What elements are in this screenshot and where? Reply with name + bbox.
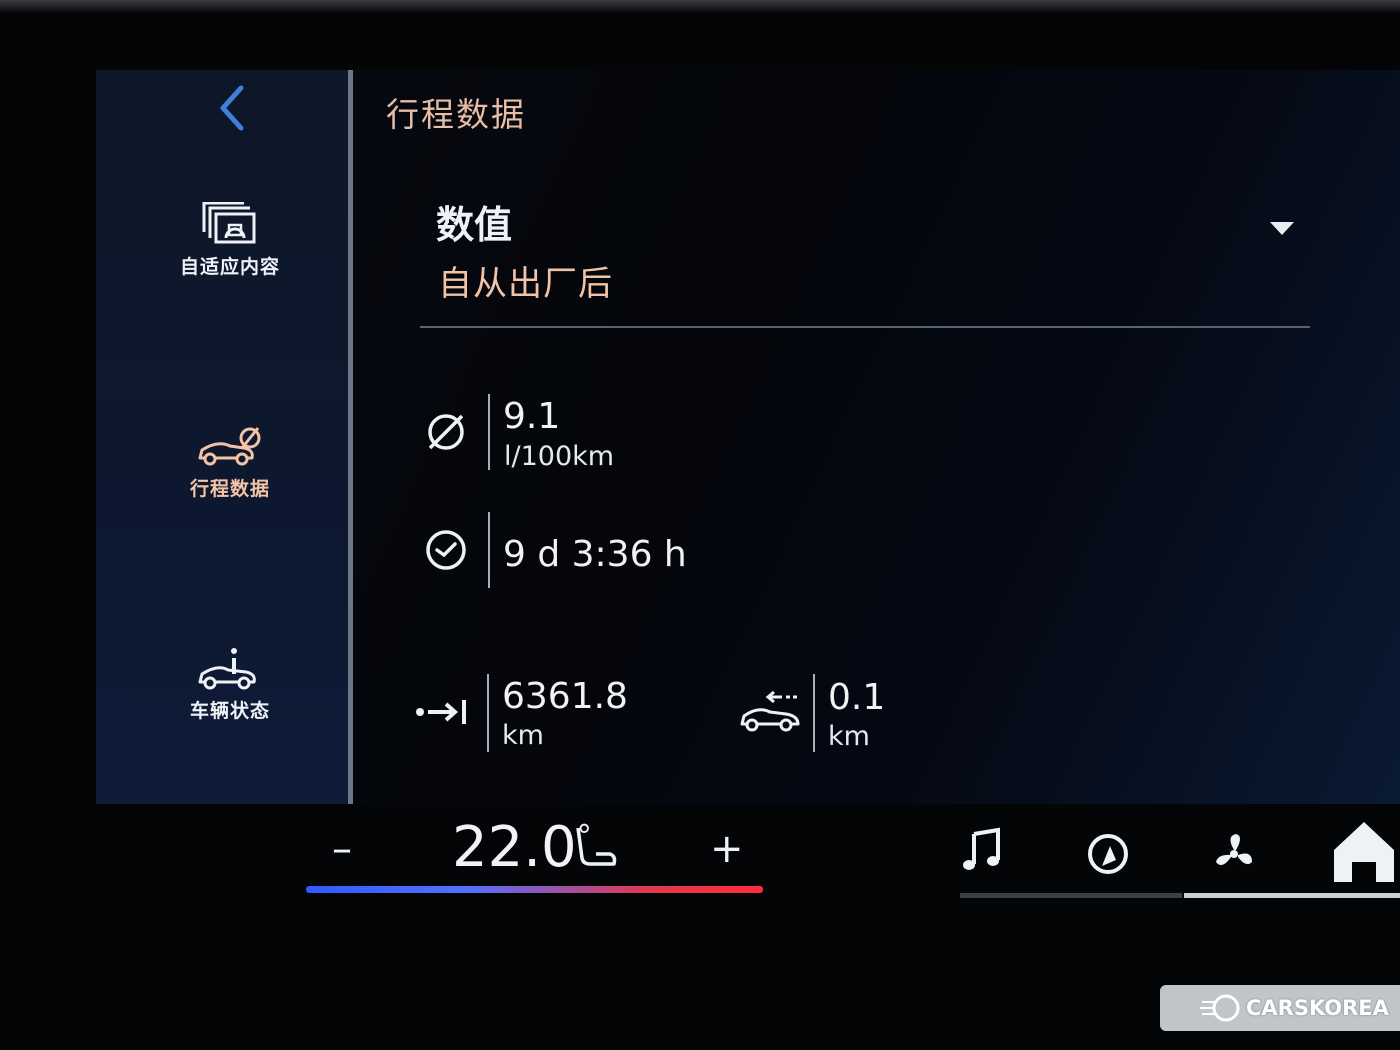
coasting-unit: km — [828, 721, 870, 752]
sidebar-item-vehicle-status[interactable]: 车辆状态 — [150, 646, 310, 723]
fan-icon — [1216, 834, 1252, 866]
period-dropdown[interactable]: 数值 自从出厂后 — [420, 186, 1310, 328]
navigation-button[interactable] — [1076, 820, 1140, 884]
watermark-text: CARSKOREA — [1246, 996, 1389, 1020]
media-button[interactable] — [952, 820, 1016, 884]
sidebar-item-label: 自适应内容 — [179, 256, 280, 278]
metric-separator — [487, 674, 489, 752]
temperature-value: 22.0 — [452, 815, 577, 880]
screen-bezel — [0, 0, 1400, 12]
seat-icon[interactable] — [570, 824, 620, 872]
page-title: 行程数据 — [386, 95, 526, 134]
coasting-value: 0.1 — [828, 677, 886, 718]
trip-data-car-icon — [198, 427, 261, 466]
average-symbol-icon — [428, 414, 464, 450]
temperature-decrease-button[interactable]: – — [332, 826, 352, 872]
sidebar-item-adaptive-content[interactable]: 自适应内容 — [150, 202, 310, 279]
back-button[interactable] — [205, 80, 261, 136]
metric-separator — [488, 394, 490, 470]
metric-separator — [813, 674, 815, 752]
distance-unit: km — [502, 720, 544, 751]
temperature-gradient-bar — [306, 886, 763, 893]
sidebar-item-label: 行程数据 — [189, 478, 270, 500]
chevron-left-icon — [220, 85, 244, 131]
navigation-icon — [1088, 834, 1128, 874]
consumption-value: 9.1 — [503, 396, 561, 437]
sidebar-item-trip-data[interactable]: 行程数据 — [150, 424, 310, 501]
clock-icon — [426, 530, 466, 570]
distance-arrow-icon — [416, 700, 466, 724]
climate-fan-button[interactable] — [1202, 820, 1266, 884]
adaptive-content-icon — [202, 202, 256, 244]
duration-value: 9 d 3:36 h — [503, 534, 687, 575]
watermark-icon — [1200, 994, 1240, 1022]
sidebar-divider — [348, 70, 353, 804]
home-icon — [1334, 822, 1394, 882]
home-button[interactable] — [1330, 820, 1400, 884]
dock-underline — [960, 893, 1182, 898]
caret-down-icon — [1270, 222, 1294, 235]
vehicle-status-icon — [198, 648, 256, 690]
temperature-increase-button[interactable]: + — [710, 826, 744, 872]
dock-active-underline — [1184, 893, 1400, 898]
car-coasting-icon — [740, 690, 800, 732]
distance-value: 6361.8 — [502, 676, 628, 717]
watermark-logo: CARSKOREA — [1160, 985, 1400, 1031]
dropdown-value: 数值 — [436, 203, 513, 247]
dropdown-subtitle: 自从出厂后 — [438, 264, 613, 304]
consumption-unit: l/100km — [504, 441, 615, 472]
metric-separator — [488, 512, 490, 588]
sidebar-item-label: 车辆状态 — [189, 700, 270, 722]
music-note-icon — [963, 827, 1000, 870]
dropdown-underline — [420, 326, 1310, 328]
